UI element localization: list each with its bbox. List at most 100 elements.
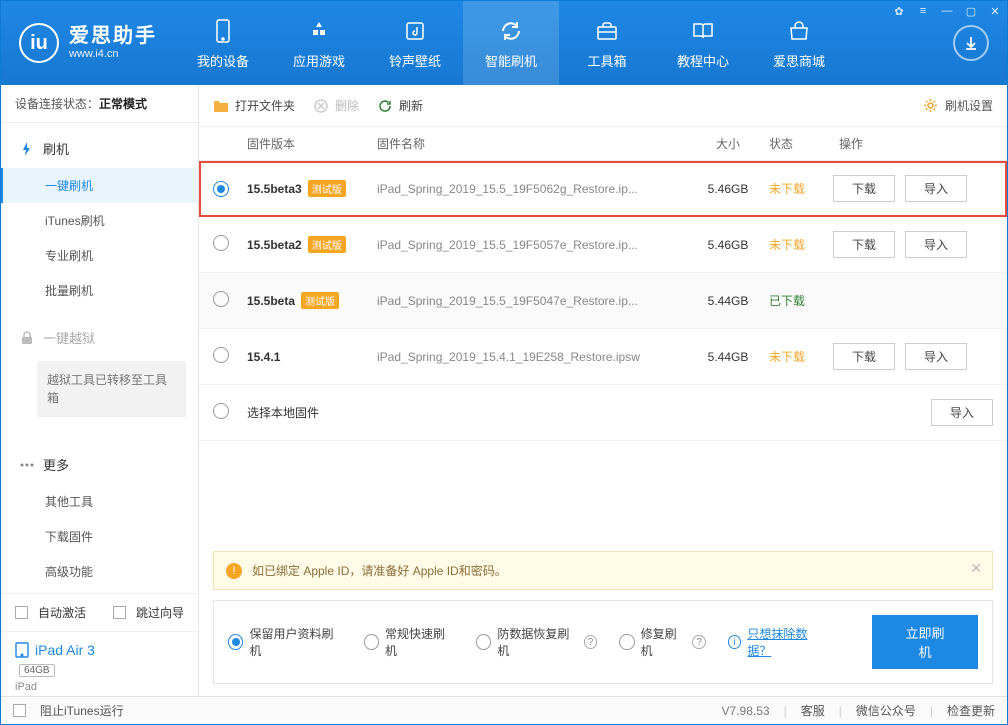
firmware-version: 15.4.1	[247, 350, 280, 364]
info-icon[interactable]: i	[728, 635, 742, 649]
checkbox-icon[interactable]	[113, 606, 126, 619]
menu-icon[interactable]: ≡	[911, 1, 935, 21]
main: 打开文件夹 删除 刷新 刷机设置 固件版本 固件名称 大小 状态 操作	[199, 85, 1007, 696]
store-icon	[785, 17, 813, 45]
sidebar: 设备连接状态：正常模式 刷机 一键刷机 iTunes刷机 专业刷机 批量刷机 一…	[1, 85, 199, 696]
titlebar: ✿ ≡ — ▢ ✕ iu 爱思助手 www.i4.cn 我的设备 应用游戏 铃声…	[1, 1, 1007, 85]
sidebar-item-oneclick-flash[interactable]: 一键刷机	[1, 168, 198, 203]
open-folder-button[interactable]: 打开文件夹	[213, 97, 295, 114]
tab-apps[interactable]: 应用游戏	[271, 1, 367, 85]
checkbox-icon[interactable]	[13, 704, 26, 717]
firmware-filename: iPad_Spring_2019_15.4.1_19E258_Restore.i…	[377, 350, 693, 364]
body: 设备连接状态：正常模式 刷机 一键刷机 iTunes刷机 专业刷机 批量刷机 一…	[1, 85, 1007, 696]
auto-activate-row[interactable]: 自动激活 跳过向导	[1, 594, 198, 632]
table-header: 固件版本 固件名称 大小 状态 操作	[199, 127, 1007, 161]
col-status: 状态	[763, 135, 833, 152]
radio-icon[interactable]	[213, 403, 229, 419]
radio-icon[interactable]	[619, 634, 634, 650]
beta-tag: 测试版	[301, 292, 339, 309]
opt-keep-user[interactable]: 保留用户资料刷机	[228, 625, 342, 659]
tab-ringtones[interactable]: 铃声壁纸	[367, 1, 463, 85]
sidebar-head-label: 一键越狱	[43, 328, 95, 347]
opt-anti-loss[interactable]: 防数据恢复刷机?	[476, 625, 597, 659]
tab-store[interactable]: 爱思商城	[751, 1, 847, 85]
sidebar-item-other-tools[interactable]: 其他工具	[1, 484, 198, 519]
download-button[interactable]: 下载	[833, 343, 895, 370]
sidebar-item-batch-flash[interactable]: 批量刷机	[1, 273, 198, 308]
import-button[interactable]: 导入	[905, 343, 967, 370]
warning-text: 如已绑定 Apple ID，请准备好 Apple ID和密码。	[252, 562, 507, 579]
import-button[interactable]: 导入	[931, 399, 993, 426]
skip-guide-label: 跳过向导	[136, 604, 184, 621]
import-button[interactable]: 导入	[905, 175, 967, 202]
device-block[interactable]: iPad Air 3 64GB iPad	[1, 632, 198, 703]
status-value: 正常模式	[99, 97, 147, 111]
flash-settings-button[interactable]: 刷机设置	[923, 97, 993, 114]
firmware-row[interactable]: 15.5beta3测试版iPad_Spring_2019_15.5_19F506…	[199, 161, 1007, 217]
firmware-status: 已下载	[763, 292, 833, 309]
opt-repair[interactable]: 修复刷机?	[619, 625, 706, 659]
radio-icon[interactable]	[213, 291, 229, 307]
firmware-status: 未下载	[763, 236, 833, 253]
firmware-row[interactable]: 15.5beta测试版iPad_Spring_2019_15.5_19F5047…	[199, 273, 1007, 329]
maximize-icon[interactable]: ▢	[959, 1, 983, 21]
close-icon[interactable]: ✕	[983, 1, 1007, 21]
firmware-row[interactable]: 15.4.1 iPad_Spring_2019_15.4.1_19E258_Res…	[199, 329, 1007, 385]
firmware-filename: iPad_Spring_2019_15.5_19F5047e_Restore.i…	[377, 294, 693, 308]
help-icon[interactable]: ?	[584, 635, 597, 649]
download-button[interactable]: 下载	[833, 231, 895, 258]
wechat-link[interactable]: 微信公众号	[856, 702, 916, 719]
firmware-size: 5.46GB	[693, 238, 763, 252]
refresh-button[interactable]: 刷新	[377, 97, 423, 114]
firmware-row[interactable]: 选择本地固件导入	[199, 385, 1007, 441]
book-icon	[689, 17, 717, 45]
sidebar-item-itunes-flash[interactable]: iTunes刷机	[1, 203, 198, 238]
sidebar-item-pro-flash[interactable]: 专业刷机	[1, 238, 198, 273]
radio-icon[interactable]	[364, 634, 379, 650]
tab-tutorials[interactable]: 教程中心	[655, 1, 751, 85]
sidebar-item-download-firmware[interactable]: 下载固件	[1, 519, 198, 554]
button-label: 删除	[335, 97, 359, 114]
firmware-row[interactable]: 15.5beta2测试版iPad_Spring_2019_15.5_19F505…	[199, 217, 1007, 273]
tab-flash[interactable]: 智能刷机	[463, 1, 559, 85]
logo: iu 爱思助手 www.i4.cn	[1, 23, 175, 63]
radio-icon[interactable]	[213, 347, 229, 363]
radio-icon[interactable]	[213, 235, 229, 251]
beta-tag: 测试版	[308, 236, 346, 253]
tab-toolbox[interactable]: 工具箱	[559, 1, 655, 85]
sidebar-head-jailbreak: 一键越狱	[1, 318, 198, 357]
import-button[interactable]: 导入	[905, 231, 967, 258]
radio-icon[interactable]	[476, 634, 491, 650]
firmware-filename: iPad_Spring_2019_15.5_19F5062g_Restore.i…	[377, 182, 693, 196]
download-manager-icon[interactable]	[953, 25, 989, 61]
block-itunes-label[interactable]: 阻止iTunes运行	[40, 702, 124, 719]
erase-data-link[interactable]: 只想抹除数据？	[747, 625, 828, 659]
col-size: 大小	[693, 135, 763, 152]
support-link[interactable]: 客服	[801, 702, 825, 719]
nav-tabs: 我的设备 应用游戏 铃声壁纸 智能刷机 工具箱 教程中心 爱思商城	[175, 1, 945, 85]
delete-icon	[313, 98, 329, 114]
radio-icon[interactable]	[213, 181, 229, 197]
checkbox-icon[interactable]	[15, 606, 28, 619]
opt-normal-fast[interactable]: 常规快速刷机	[364, 625, 454, 659]
sidebar-item-advanced[interactable]: 高级功能	[1, 554, 198, 589]
phone-icon	[209, 17, 237, 45]
sidebar-head-more[interactable]: 更多	[1, 445, 198, 484]
check-update-link[interactable]: 检查更新	[947, 702, 995, 719]
flash-options: 保留用户资料刷机 常规快速刷机 防数据恢复刷机? 修复刷机? i只想抹除数据？ …	[213, 600, 993, 684]
sidebar-head-flash[interactable]: 刷机	[1, 129, 198, 168]
close-warning-icon[interactable]: ✕	[970, 560, 982, 577]
help-icon[interactable]: ?	[692, 635, 705, 649]
firmware-size: 5.44GB	[693, 350, 763, 364]
settings-icon[interactable]: ✿	[887, 1, 911, 21]
firmware-size: 5.46GB	[693, 182, 763, 196]
col-action: 操作	[833, 135, 993, 152]
folder-icon	[213, 98, 229, 114]
delete-button: 删除	[313, 97, 359, 114]
minimize-icon[interactable]: —	[935, 1, 959, 21]
download-button[interactable]: 下载	[833, 175, 895, 202]
start-flash-button[interactable]: 立即刷机	[872, 615, 978, 669]
tab-my-device[interactable]: 我的设备	[175, 1, 271, 85]
opt-label: 修复刷机	[641, 625, 687, 659]
radio-icon[interactable]	[228, 634, 243, 650]
